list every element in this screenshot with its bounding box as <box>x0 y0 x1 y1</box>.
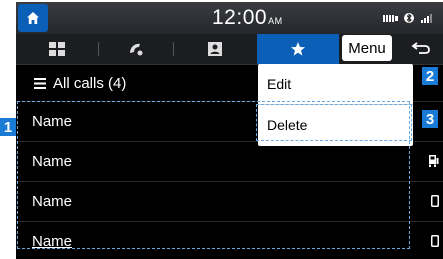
tab-keypad[interactable] <box>16 34 98 64</box>
clock: 12:00AM <box>212 6 283 30</box>
car-phone-icon <box>429 155 439 167</box>
status-icons <box>383 12 435 24</box>
tab-contacts[interactable] <box>174 34 256 64</box>
back-icon <box>411 42 430 54</box>
callout-1: 1 <box>0 118 16 136</box>
home-icon <box>27 12 39 24</box>
back-button[interactable] <box>404 35 438 61</box>
tab-recent-calls[interactable] <box>99 34 173 64</box>
clock-ampm: AM <box>268 16 283 26</box>
favorites-star-icon <box>291 42 305 56</box>
callout-3: 3 <box>422 110 438 128</box>
menu-button[interactable]: Menu <box>342 35 392 61</box>
signal-icon <box>421 13 432 23</box>
mobile-phone-icon <box>431 195 439 207</box>
recent-calls-icon <box>130 43 143 56</box>
list-header-label: All calls (4) <box>53 74 127 92</box>
status-bar: 12:00AM <box>16 2 443 34</box>
tab-favorites[interactable] <box>257 34 339 64</box>
battery-icon <box>383 14 398 22</box>
delete-item-highlight <box>256 104 412 141</box>
keypad-icon <box>49 42 65 56</box>
home-button[interactable] <box>18 4 48 32</box>
mobile-phone-icon <box>431 235 439 247</box>
list-icon <box>34 77 46 89</box>
callout-2: 2 <box>422 67 438 85</box>
contacts-icon <box>208 42 222 56</box>
bluetooth-icon <box>404 13 414 23</box>
edit-menu-item[interactable]: Edit <box>258 64 413 104</box>
clock-time: 12:00 <box>212 6 268 29</box>
